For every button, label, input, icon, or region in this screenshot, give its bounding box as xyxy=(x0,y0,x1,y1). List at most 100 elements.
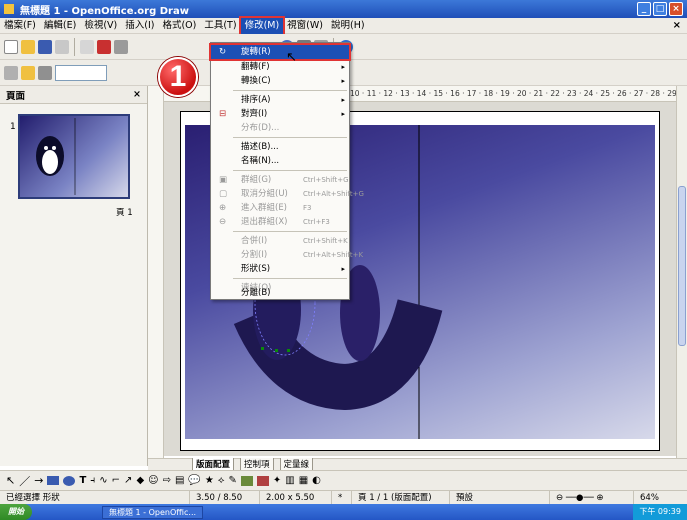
menu-item-rotate[interactable]: ↻ 旋轉(R) xyxy=(209,43,351,61)
ungroup-icon: ▢ xyxy=(219,189,228,199)
menu-item-enter-group[interactable]: ⊕ 進入群組(E) F3 xyxy=(211,201,349,215)
menu-item-group[interactable]: ▣ 群組(G) Ctrl+Shift+G xyxy=(211,173,349,187)
menu-item-combine[interactable]: 合併(I) Ctrl+Shift+K xyxy=(211,234,349,248)
flowchart-icon[interactable]: ▤ xyxy=(175,475,184,486)
connector-tool-icon[interactable]: ⌐ xyxy=(112,475,120,486)
menu-item-name[interactable]: 名稱(N)... xyxy=(211,154,349,168)
submenu-arrow-icon: ▸ xyxy=(341,265,345,273)
menu-item-flip[interactable]: 翻轉(F) ▸ xyxy=(211,60,349,74)
open-folder-icon[interactable] xyxy=(21,39,35,54)
text-tool-icon[interactable]: T xyxy=(79,475,86,486)
status-zoom[interactable]: 64% xyxy=(634,491,665,505)
curve-tool-icon[interactable]: ∿ xyxy=(99,475,107,486)
menu-item-ungroup[interactable]: ▢ 取消分組(U) Ctrl+Alt+Shift+G xyxy=(211,187,364,201)
arrange-icon[interactable]: ▦ xyxy=(299,475,308,486)
status-selection: 已經選擇 形狀 xyxy=(0,490,190,505)
close-document-icon[interactable]: × xyxy=(673,20,681,31)
menu-edit[interactable]: 編輯(E) xyxy=(40,18,80,34)
menu-item-description[interactable]: 描述(B)... xyxy=(211,140,349,154)
pages-panel-header: 頁面 × xyxy=(0,86,147,104)
line-icon[interactable] xyxy=(21,65,35,80)
menu-format[interactable]: 格式(O) xyxy=(158,18,200,34)
menu-item-shortcut: Ctrl+F3 xyxy=(303,218,330,226)
line-tool-icon[interactable]: ／ xyxy=(19,473,30,489)
menu-item-split[interactable]: 分割(I) Ctrl+Alt+Shift+K xyxy=(211,248,363,262)
export-pdf-icon[interactable] xyxy=(97,39,111,54)
submenu-arrow-icon: ▸ xyxy=(341,63,345,71)
menu-file[interactable]: 檔案(F) xyxy=(0,18,40,34)
minimize-button[interactable]: _ xyxy=(637,2,651,16)
menu-tools[interactable]: 工具(T) xyxy=(200,18,240,34)
menu-item-label: 合併(I) xyxy=(241,236,268,246)
menu-item-label: 群組(G) xyxy=(241,175,272,185)
menu-item-convert[interactable]: 轉換(C) ▸ xyxy=(211,74,349,88)
rectangle-tool-icon[interactable] xyxy=(47,476,60,485)
menu-item-arrange[interactable]: 排序(A) ▸ xyxy=(211,93,349,107)
menu-modify[interactable]: 修改(M) xyxy=(238,15,286,36)
block-arrows-icon[interactable]: ⇨ xyxy=(163,475,171,486)
menu-item-distribution[interactable]: 分布(D)... xyxy=(211,121,349,135)
menu-separator xyxy=(233,231,347,232)
3d-toggle-icon[interactable]: ◐ xyxy=(312,475,321,486)
panel-close-icon[interactable]: × xyxy=(133,89,141,100)
status-size: 2.00 x 5.50 xyxy=(260,490,332,505)
zoom-slider[interactable]: ⊖ ──●── ⊕ xyxy=(550,490,634,505)
menu-item-label: 分割(I) xyxy=(241,250,268,260)
lines-arrows-icon[interactable]: ↗ xyxy=(124,475,132,486)
status-bar: 已經選擇 形狀 3.50 / 8.50 2.00 x 5.50 * 頁 1 / … xyxy=(0,490,687,505)
start-button[interactable]: 開始 xyxy=(0,504,32,520)
status-position: 3.50 / 8.50 xyxy=(190,490,260,505)
menu-item-label: 退出群組(X) xyxy=(241,217,288,227)
group-icon: ▣ xyxy=(219,175,228,185)
menu-help[interactable]: 說明(H) xyxy=(327,18,369,34)
submenu-arrow-icon: ▸ xyxy=(341,96,345,104)
menu-item-label: 進入群組(E) xyxy=(241,203,288,213)
print-icon[interactable] xyxy=(114,39,128,54)
glue-points-icon[interactable]: ✎ xyxy=(228,475,236,486)
slide-thumbnail[interactable] xyxy=(18,114,130,199)
points-icon[interactable]: ⟡ xyxy=(218,475,225,486)
menu-item-break[interactable]: 分離(B) xyxy=(211,287,349,299)
callouts-icon[interactable]: 💬 xyxy=(188,475,200,486)
menu-item-shapes[interactable]: 形狀(S) ▸ xyxy=(211,262,349,276)
menu-window[interactable]: 視窗(W) xyxy=(283,18,327,34)
vertical-text-icon[interactable]: ⫞ xyxy=(90,475,95,486)
edit-file-icon[interactable] xyxy=(80,39,94,54)
menu-separator xyxy=(233,137,347,138)
select-arrow-icon[interactable]: ↖ xyxy=(6,474,15,487)
symbol-shapes-icon[interactable]: ☺ xyxy=(148,475,158,486)
effects-icon[interactable]: ✦ xyxy=(273,475,281,486)
menu-item-alignment[interactable]: ⊟ 對齊(I) ▸ xyxy=(211,107,349,121)
save-icon[interactable] xyxy=(38,39,52,54)
taskbar-task-draw[interactable]: 無標題 1 - OpenOffic... xyxy=(102,505,204,519)
basic-shapes-icon[interactable]: ◆ xyxy=(136,475,144,486)
menu-insert[interactable]: 插入(I) xyxy=(121,18,158,34)
ellipse-tool-icon[interactable] xyxy=(63,475,76,486)
stars-icon[interactable]: ★ xyxy=(205,475,214,486)
email-icon[interactable] xyxy=(55,39,69,54)
arrow-line-tool-icon[interactable]: → xyxy=(34,474,43,487)
mouse-pointer-icon: ↖ xyxy=(286,50,297,65)
menu-item-label: 取消分組(U) xyxy=(241,189,288,199)
pages-panel: 頁面 × 1 頁 1 xyxy=(0,86,148,466)
taskbar-clock: 下午 09:39 xyxy=(633,504,687,520)
from-file-icon[interactable] xyxy=(240,475,253,486)
styles-icon[interactable] xyxy=(4,65,18,80)
gallery-tool-icon[interactable] xyxy=(256,475,269,486)
menu-item-label: 分離(B) xyxy=(241,288,271,298)
line-style-select[interactable] xyxy=(55,64,107,81)
title-bar: 無標題 1 - OpenOffice.org Draw _ □ × xyxy=(0,0,687,18)
align-icon[interactable]: ▥ xyxy=(285,475,294,486)
scrollbar-thumb[interactable] xyxy=(678,186,686,346)
vertical-scrollbar[interactable] xyxy=(676,86,687,458)
menu-separator xyxy=(233,90,347,91)
close-button[interactable]: × xyxy=(669,2,683,16)
restore-button[interactable]: □ xyxy=(653,2,667,16)
menu-item-exit-group[interactable]: ⊖ 退出群組(X) Ctrl+F3 xyxy=(211,215,349,229)
menu-item-shortcut: Ctrl+Shift+G xyxy=(303,176,349,184)
menu-item-label: 對齊(I) xyxy=(241,109,268,119)
arrow-style-icon[interactable] xyxy=(38,65,52,80)
new-document-icon[interactable] xyxy=(4,39,18,54)
menu-view[interactable]: 檢視(V) xyxy=(80,18,121,34)
pages-panel-title: 頁面 xyxy=(6,90,26,102)
